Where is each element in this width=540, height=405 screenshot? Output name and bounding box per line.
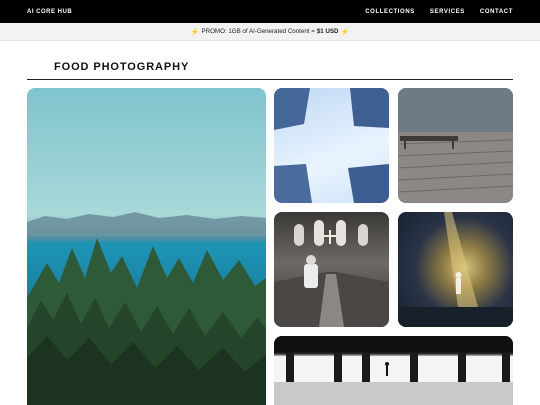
gallery-image-church-interior[interactable] [274,212,389,327]
nav-link-contact[interactable]: CONTACT [480,9,513,15]
section-title: FOOD PHOTOGRAPHY [54,61,190,73]
sky-architecture-photo [274,88,389,203]
section-divider [27,79,513,80]
gallery-image-coastal-forest[interactable] [27,88,266,405]
nav-link-collections[interactable]: COLLECTIONS [365,9,415,15]
church-interior-photo [274,220,389,327]
gallery-image-subway-platform[interactable] [274,336,513,405]
gallery-image-spotlit-wall[interactable] [398,212,513,327]
lightning-bolt-icon: ⚡ [190,28,200,36]
promo-text: PROMO: 1GB of AI-Generated Content = [201,28,315,35]
spotlit-wall-photo [398,212,513,327]
waterfront-boardwalk-photo [398,88,513,203]
gallery-image-waterfront-boardwalk[interactable] [398,88,513,203]
gallery-image-sky-architecture[interactable] [274,88,389,203]
lightning-bolt-icon: ⚡ [340,28,350,36]
top-nav-bar: AI CORE HUB COLLECTIONS SERVICES CONTACT [0,0,540,23]
promo-price: $1 USD [316,28,339,35]
nav-link-services[interactable]: SERVICES [430,9,465,15]
coastal-forest-photo [27,212,266,405]
brand-logo-text[interactable]: AI CORE HUB [27,9,72,15]
promo-banner: ⚡ PROMO: 1GB of AI-Generated Content = $… [0,23,540,41]
main-nav: COLLECTIONS SERVICES CONTACT [365,9,513,15]
subway-platform-photo [274,336,513,405]
